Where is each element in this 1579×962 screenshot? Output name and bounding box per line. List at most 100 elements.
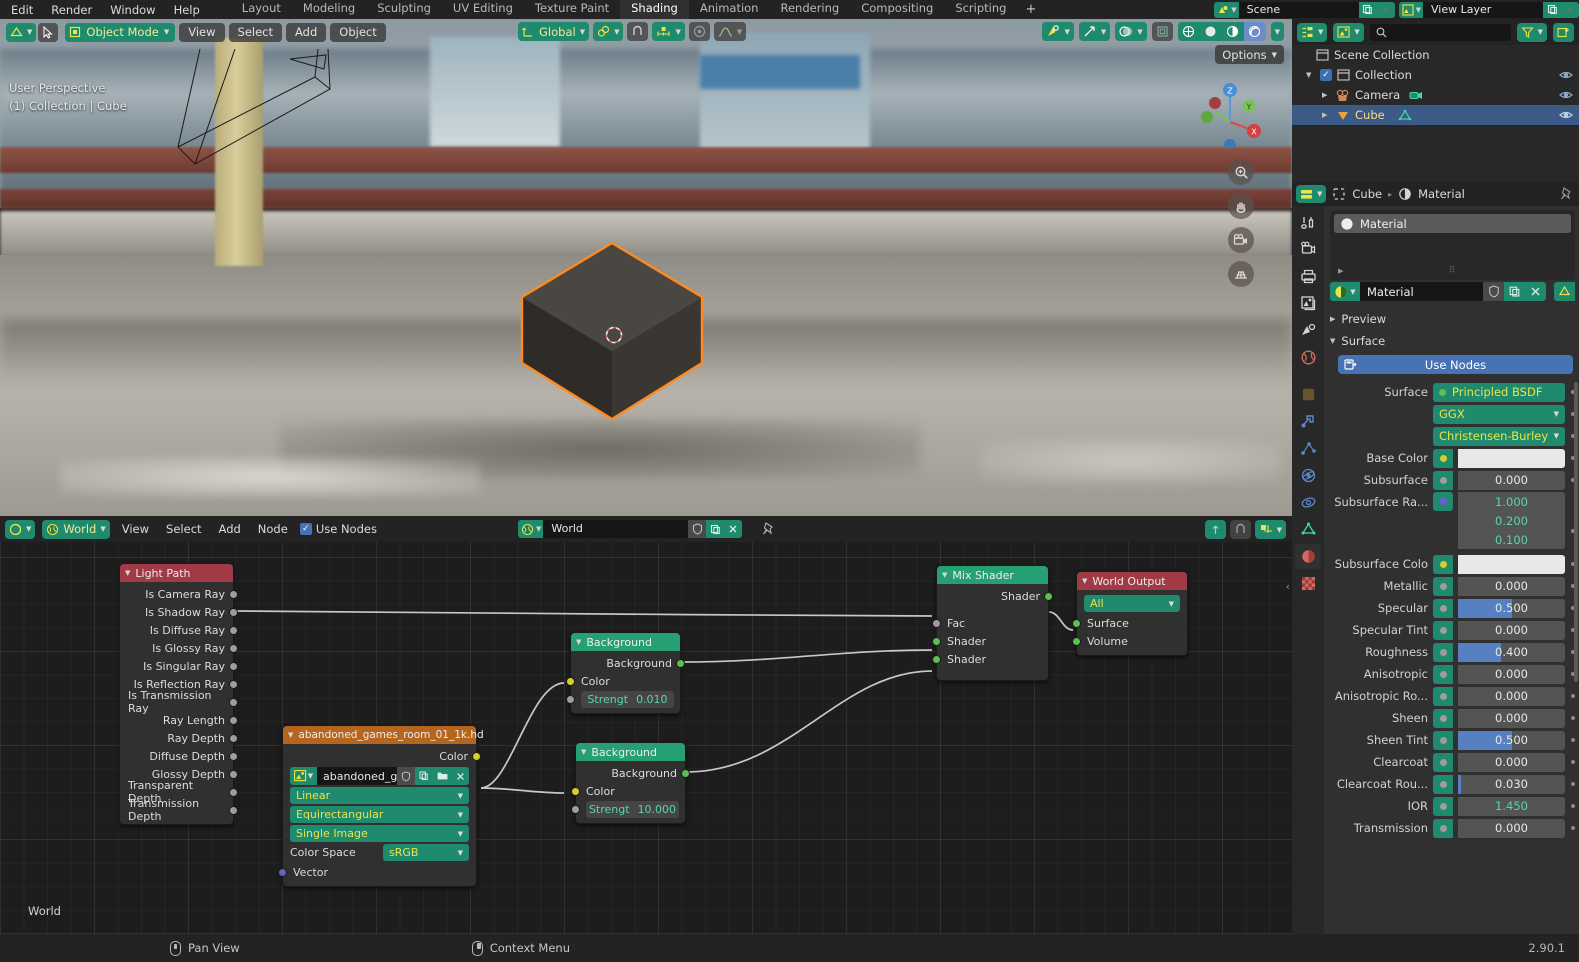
interaction-mode-selector[interactable]: Object Mode ▼ [65,22,176,42]
subsurface-radius-vector[interactable]: 1.000 0.200 0.100 [1458,492,1565,549]
input-socket-strength[interactable] [571,804,580,814]
input-socket-color[interactable] [566,676,575,686]
menu-render[interactable]: Render [42,1,101,19]
3d-viewport[interactable]: User Perspective (1) Collection | Cube ▼… [0,19,1292,516]
node-environment-texture-header[interactable]: ▼ abandoned_games_room_01_1k.hd [283,726,484,744]
tab-object-data[interactable] [1295,517,1321,542]
camera-view-icon[interactable] [1228,227,1254,253]
xray-toggle-button[interactable]: ▼ [1115,22,1147,41]
workspace-tab-modeling[interactable]: Modeling [292,0,366,19]
socket-row[interactable]: Is Glossy Ray [120,639,238,657]
viewport-menu-object[interactable]: Object [330,22,386,42]
use-nodes-checkbox[interactable]: ✓ Use Nodes [299,522,377,536]
properties-editor-type-selector[interactable]: ▼ [1296,185,1327,203]
output-socket[interactable] [229,697,238,707]
output-socket[interactable] [229,679,238,689]
socket-row-background-out[interactable]: Background [576,764,690,782]
output-target-selector[interactable]: All ▼ [1084,595,1180,612]
pin-icon[interactable] [762,522,775,536]
viewport-options-button[interactable]: Options ▼ [1215,45,1284,64]
input-socket-dot[interactable] [1433,492,1453,511]
viewport-shading-extra-button[interactable] [1151,22,1173,41]
socket-row-shader1-in[interactable]: Shader [932,632,1048,650]
input-socket-dot[interactable] [1433,752,1453,772]
collection-checkbox[interactable]: ✓ [1320,69,1332,81]
pivot-point-selector[interactable]: ▼ [593,22,624,41]
animate-decorator[interactable] [1571,782,1575,786]
node-world-output[interactable]: ▼ World Output All ▼ Surface Volume [1072,571,1188,656]
socket-row[interactable]: Ray Depth [120,729,238,747]
input-socket-dot[interactable] [1433,730,1453,750]
animate-decorator[interactable] [1571,694,1575,698]
expand-triangle-icon[interactable]: ▶ [1322,91,1331,99]
specular-tint-slider[interactable]: 0.000 [1458,620,1565,640]
outliner-row-camera[interactable]: ▶ Camera [1292,85,1579,105]
input-socket-dot[interactable] [1433,448,1453,468]
socket-row-color-out[interactable]: Color [283,747,481,765]
shading-rendered-button[interactable] [1243,22,1266,41]
image-name-field[interactable]: abandoned_ga... [317,767,397,785]
scene-icon[interactable]: ▼ [1214,1,1239,18]
shading-options-dropdown[interactable]: ▼ [1270,22,1284,41]
mesh-data-icon[interactable] [1398,109,1412,122]
outliner-row-scene-collection[interactable]: Scene Collection [1292,45,1579,65]
node-snap-settings[interactable]: ▼ [1254,520,1286,539]
input-socket-volume[interactable] [1072,636,1081,646]
expand-triangle-icon[interactable]: ▶ [1322,111,1331,119]
image-new-button[interactable] [415,767,433,785]
socket-row-vector-in[interactable]: Vector [278,863,476,881]
output-socket-shader[interactable] [1044,591,1053,601]
orthographic-toggle-icon[interactable] [1228,261,1254,287]
camera-data-icon[interactable] [1409,89,1423,101]
input-socket-vector[interactable] [278,867,287,877]
eye-icon[interactable] [1559,109,1573,121]
outliner-filter-button[interactable]: ▼ [1516,22,1547,42]
image-source-selector[interactable]: Single Image ▼ [290,825,469,842]
workspace-tab-compositing[interactable]: Compositing [850,0,944,19]
workspace-tab-uv-editing[interactable]: UV Editing [442,0,524,19]
node-world-output-header[interactable]: ▼ World Output [1077,572,1187,590]
scene-unlink-button[interactable] [1376,1,1395,18]
socket-row[interactable]: Is Transmission Ray [120,689,238,715]
node-background-1-header[interactable]: ▼ Background [571,633,680,651]
workspace-tab-animation[interactable]: Animation [689,0,770,19]
shader-menu-node[interactable]: Node [253,522,293,536]
subsurface-method-selector[interactable]: Christensen-Burley ▼ [1433,426,1565,446]
strength-field[interactable]: Strengt 0.010 [581,690,674,708]
workspace-tab-layout[interactable]: Layout [231,0,292,19]
animate-decorator[interactable] [1571,716,1575,720]
output-socket[interactable] [229,607,238,617]
tab-object[interactable] [1295,382,1321,407]
output-socket[interactable] [229,589,238,599]
collapse-triangle-icon[interactable]: ▶ [1330,315,1335,323]
view-layer-new-button[interactable] [1543,1,1561,18]
clearcoat-slider[interactable]: 0.000 [1458,752,1565,772]
breadcrumb-material-label[interactable]: Material [1418,187,1465,201]
workspace-tab-sculpting[interactable]: Sculpting [366,0,442,19]
strength-field[interactable]: Strengt 10.000 [586,800,679,818]
fake-user-shield-icon[interactable] [1483,282,1504,301]
scene-selector[interactable]: ▼ Scene [1214,1,1395,18]
use-nodes-button[interactable]: Use Nodes [1338,355,1573,374]
snap-magnet-button[interactable] [627,22,649,41]
animate-decorator[interactable] [1571,804,1575,808]
slot-specials-triangle-icon[interactable]: ▶ [1338,267,1343,275]
shader-type-selector[interactable]: World ▼ [42,519,110,539]
roughness-slider[interactable]: 0.400 [1458,642,1565,662]
socket-row-surface-in[interactable]: Surface [1072,614,1187,632]
radius-y[interactable]: 0.200 [1458,511,1565,530]
shader-editor-type-selector[interactable]: ▼ [5,519,36,539]
zoom-icon[interactable] [1228,159,1254,185]
workspace-tab-shading[interactable]: Shading [620,0,689,19]
world-icon[interactable]: ▼ [518,520,544,538]
socket-row-background-out[interactable]: Background [571,654,685,672]
node-light-path[interactable]: ▼ Light Path Is Camera Ray Is Shadow Ray… [119,563,238,825]
input-socket-surface[interactable] [1072,618,1081,628]
socket-row-color-in[interactable]: Color [571,782,685,800]
view-layer-icon[interactable]: ▼ [1398,1,1423,18]
output-socket[interactable] [229,805,238,815]
collapse-triangle-icon[interactable]: ▼ [1330,337,1335,345]
view-layer-remove-button[interactable] [1561,1,1579,18]
radius-z[interactable]: 0.100 [1458,530,1565,549]
output-socket[interactable] [229,733,238,743]
